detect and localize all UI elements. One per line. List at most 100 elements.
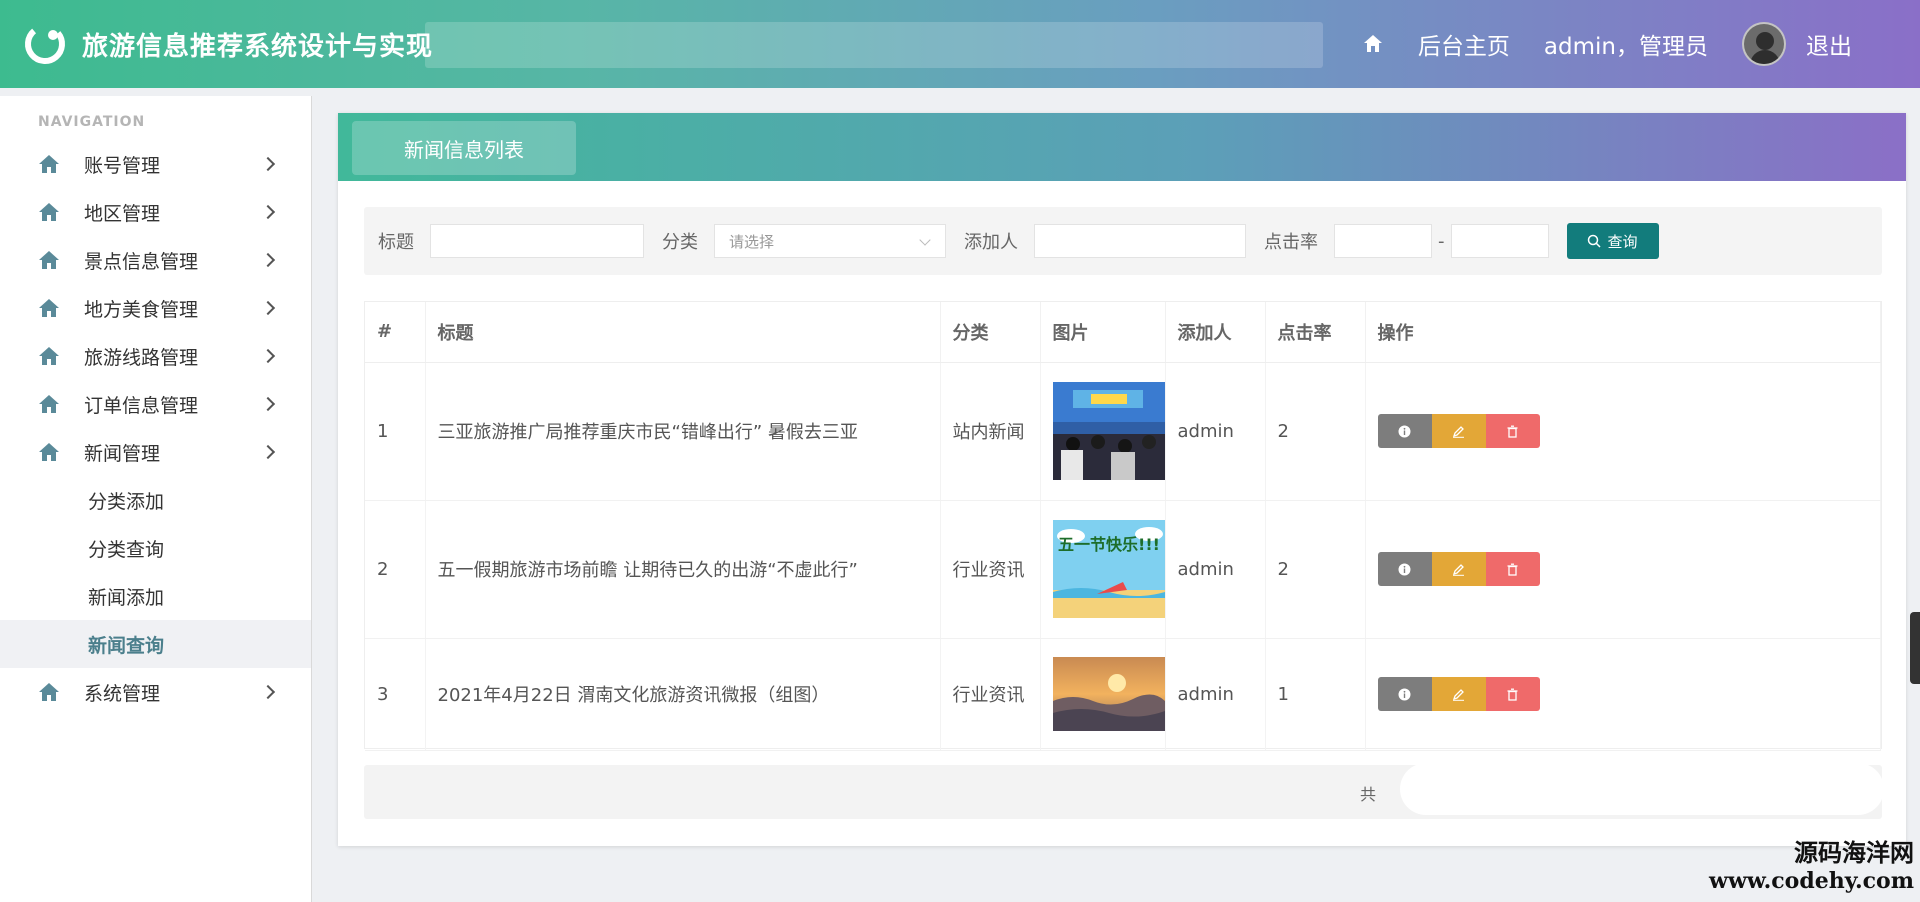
- sidebar-item-regions[interactable]: 地区管理: [0, 188, 311, 236]
- cell-actions: [1365, 362, 1881, 501]
- sidebar-subitem-category-add[interactable]: 分类添加: [0, 476, 311, 524]
- app-title: 旅游信息推荐系统设计与实现: [82, 31, 434, 62]
- chevron-right-icon: [260, 156, 276, 172]
- adder-filter-input[interactable]: [1034, 224, 1246, 258]
- edit-button[interactable]: [1431, 552, 1486, 586]
- news-thumbnail[interactable]: 五一节快乐!!!: [1052, 520, 1165, 618]
- top-header: 旅游信息推荐系统设计与实现 后台主页 admin，管理员 退出: [0, 0, 1920, 88]
- main-panel: 新闻信息列表 标题 分类 请选择 添加人 点击率 - 查询 # 标题 分类 图片…: [338, 113, 1906, 846]
- info-button[interactable]: [1377, 552, 1432, 586]
- category-filter-select[interactable]: 请选择: [714, 224, 946, 258]
- cell-adder: admin: [1165, 638, 1266, 751]
- sidebar-item-label: 地区管理: [84, 202, 161, 225]
- sidebar-item-label: 景点信息管理: [84, 250, 199, 273]
- sidebar-subitem-news-add[interactable]: 新闻添加: [0, 572, 311, 620]
- home-icon: [39, 299, 59, 317]
- sidebar-item-system[interactable]: 系统管理: [0, 668, 311, 716]
- chevron-right-icon: [260, 684, 276, 700]
- news-thumbnail[interactable]: [1052, 657, 1165, 731]
- clicks-max-input[interactable]: [1450, 224, 1549, 258]
- cell-index: 2: [365, 500, 426, 639]
- home-icon: [39, 395, 59, 413]
- delete-button[interactable]: [1485, 414, 1540, 448]
- sidebar-item-label: 旅游线路管理: [84, 346, 199, 369]
- pagination-total: 共: [1360, 785, 1377, 804]
- column-header: 添加人: [1165, 302, 1266, 363]
- pagination-controls: [1400, 763, 1884, 815]
- sidebar-item-label: 订单信息管理: [84, 394, 199, 417]
- home-icon: [39, 443, 59, 461]
- trash-icon: [1507, 425, 1518, 438]
- cell-category: 行业资讯: [940, 638, 1041, 751]
- edit-button[interactable]: [1431, 677, 1486, 711]
- adder-filter-label: 添加人: [964, 232, 1018, 253]
- delete-button[interactable]: [1485, 552, 1540, 586]
- sidebar-item-label: 系统管理: [84, 682, 161, 705]
- search-button[interactable]: 查询: [1566, 223, 1659, 259]
- info-button[interactable]: [1377, 677, 1432, 711]
- thumbnail-text: 五一节快乐!!!: [1058, 535, 1160, 554]
- sidebar: NAVIGATION 账号管理 地区管理 景点信息管理 地方美食管理 旅游线路管…: [0, 96, 312, 902]
- cell-adder: admin: [1165, 500, 1266, 639]
- panel-header: 新闻信息列表: [338, 113, 1906, 181]
- header-blur-bar: [425, 22, 1323, 68]
- news-thumbnail[interactable]: [1052, 382, 1165, 480]
- chevron-right-icon: [260, 444, 276, 460]
- scrollbar-handle[interactable]: [1910, 612, 1920, 684]
- table-row: 3 2021年4月22日 渭南文化旅游资讯微报（组图） 行业资讯 admin 1: [365, 638, 1881, 751]
- cell-actions: [1365, 638, 1881, 751]
- logout-link[interactable]: 退出: [1806, 27, 1852, 61]
- home-icon[interactable]: [1362, 33, 1384, 55]
- sidebar-item-routes[interactable]: 旅游线路管理: [0, 332, 311, 380]
- edit-icon: [1452, 563, 1464, 576]
- home-link[interactable]: 后台主页: [1418, 27, 1510, 61]
- delete-button[interactable]: [1485, 677, 1540, 711]
- cell-image: 五一节快乐!!!: [1040, 500, 1166, 639]
- logo-icon: [22, 21, 68, 67]
- category-select-value: 请选择: [729, 232, 775, 251]
- home-icon: [39, 155, 59, 173]
- cell-index: 3: [365, 638, 426, 751]
- sidebar-subitem-news-query[interactable]: 新闻查询: [0, 620, 311, 668]
- info-button[interactable]: [1377, 414, 1432, 448]
- chevron-right-icon: [260, 300, 276, 316]
- range-separator: -: [1438, 230, 1445, 252]
- clicks-min-input[interactable]: [1334, 224, 1432, 258]
- watermark-line1: 源码海洋网: [1794, 838, 1914, 867]
- title-filter-input[interactable]: [430, 224, 644, 258]
- cell-clicks: 2: [1265, 500, 1366, 639]
- search-button-label: 查询: [1607, 233, 1638, 251]
- table-row: 1 三亚旅游推广局推荐重庆市民“错峰出行” 暑假去三亚 站内新闻 admin 2: [365, 362, 1881, 501]
- sidebar-subitem-category-query[interactable]: 分类查询: [0, 524, 311, 572]
- header-actions: 后台主页 admin，管理员 退出: [1362, 0, 1852, 88]
- table-row: 2 五一假期旅游市场前瞻 让期待已久的出游“不虚此行” 行业资讯 五一节快乐!!…: [365, 500, 1881, 639]
- sidebar-item-accounts[interactable]: 账号管理: [0, 140, 311, 188]
- column-header: 图片: [1040, 302, 1166, 363]
- cell-category: 站内新闻: [940, 362, 1041, 501]
- category-filter-label: 分类: [662, 232, 698, 253]
- column-header: 点击率: [1265, 302, 1366, 363]
- sidebar-item-attractions[interactable]: 景点信息管理: [0, 236, 311, 284]
- watermark: 源码海洋网 www.codehy.com: [1709, 833, 1914, 894]
- sidebar-item-news[interactable]: 新闻管理: [0, 428, 311, 476]
- cell-category: 行业资讯: [940, 500, 1041, 639]
- home-icon: [39, 251, 59, 269]
- chevron-right-icon: [260, 396, 276, 412]
- tab-news-list[interactable]: 新闻信息列表: [352, 121, 576, 175]
- edit-icon: [1452, 425, 1464, 438]
- cell-clicks: 2: [1265, 362, 1366, 501]
- cell-image: [1040, 362, 1166, 501]
- sidebar-item-orders[interactable]: 订单信息管理: [0, 380, 311, 428]
- column-header: 分类: [940, 302, 1041, 363]
- edit-icon: [1452, 688, 1464, 701]
- pagination-bar: 共: [364, 763, 1884, 819]
- cell-image: [1040, 638, 1166, 751]
- edit-button[interactable]: [1431, 414, 1486, 448]
- column-header: 操作: [1365, 302, 1881, 363]
- cell-adder: admin: [1165, 362, 1266, 501]
- avatar[interactable]: [1742, 22, 1786, 66]
- sidebar-item-food[interactable]: 地方美食管理: [0, 284, 311, 332]
- home-icon: [39, 347, 59, 365]
- column-header: 标题: [425, 302, 941, 363]
- cell-title: 五一假期旅游市场前瞻 让期待已久的出游“不虚此行”: [425, 500, 941, 639]
